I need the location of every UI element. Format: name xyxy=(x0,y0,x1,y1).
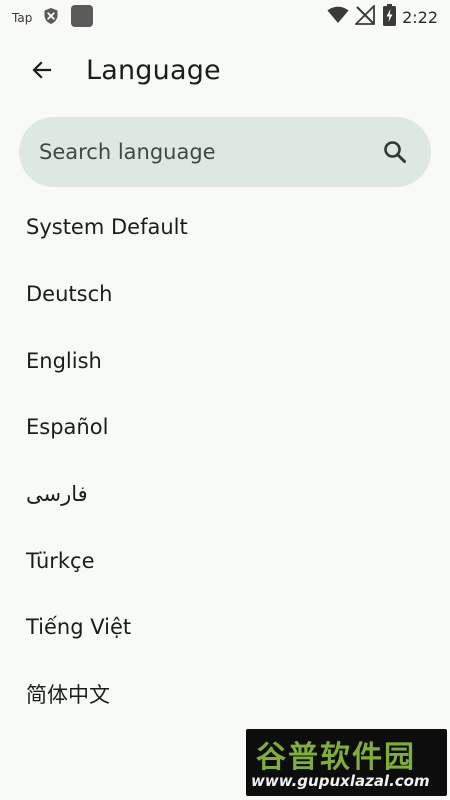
status-bar-right: 2:22 xyxy=(327,3,438,30)
status-bar-left: Tap xyxy=(12,5,94,31)
no-signal-icon xyxy=(353,3,375,29)
status-bar: Tap 2:22 xyxy=(0,0,450,30)
back-button[interactable] xyxy=(22,52,62,92)
language-item-system-default[interactable]: System Default xyxy=(0,194,450,261)
watermark-url: www.gupuxlazal.com xyxy=(251,772,430,790)
language-item-deutsch[interactable]: Deutsch xyxy=(0,261,450,328)
language-list: System Default Deutsch English Español ف… xyxy=(0,194,450,728)
language-item-turkce[interactable]: Türkçe xyxy=(0,527,450,594)
status-clock: 2:22 xyxy=(402,7,438,27)
language-item-english[interactable]: English xyxy=(0,327,450,394)
app-square-icon xyxy=(71,5,94,31)
wifi-icon xyxy=(327,6,349,28)
shield-x-icon xyxy=(43,7,59,29)
language-item-espanol[interactable]: Español xyxy=(0,394,450,461)
watermark-brand: 谷普软件园 xyxy=(256,740,416,775)
battery-charging-icon xyxy=(383,4,397,30)
search-input[interactable] xyxy=(39,117,369,187)
status-app-label: Tap xyxy=(12,11,33,25)
language-item-tieng-viet[interactable]: Tiếng Việt xyxy=(0,594,450,661)
arrow-back-icon xyxy=(30,58,54,86)
watermark-logo: 谷普软件园 www.gupuxlazal.com xyxy=(246,729,447,796)
language-item-simplified-chinese[interactable]: 简体中文 xyxy=(0,661,450,728)
top-app-bar: Language xyxy=(0,44,450,102)
language-item-farsi[interactable]: فارسی xyxy=(0,461,450,528)
page-title: Language xyxy=(86,55,221,86)
search-icon[interactable] xyxy=(381,138,409,166)
search-bar[interactable] xyxy=(19,117,431,187)
